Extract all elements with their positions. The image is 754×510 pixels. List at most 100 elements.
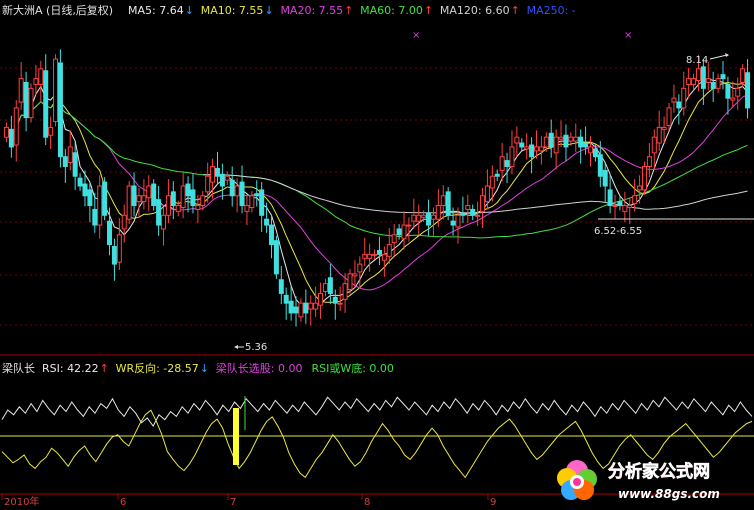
candle-body: [725, 83, 731, 99]
candle-body: [229, 179, 235, 197]
candle-body: [107, 220, 113, 246]
candle-body: [455, 214, 461, 228]
candle-body: [700, 66, 706, 89]
candle-body: [465, 205, 471, 210]
candle-body: [573, 136, 579, 142]
candle-body: [396, 228, 402, 236]
candle-body: [661, 126, 667, 130]
candle-body: [347, 273, 353, 291]
candle-body: [514, 136, 520, 144]
candle-body: [681, 87, 687, 109]
legend-arrow-1: ↓: [264, 4, 273, 17]
candle-body: [313, 302, 319, 310]
candle-body: [627, 205, 633, 208]
candle-body: [165, 195, 171, 216]
candle-body: [8, 128, 14, 148]
candle-body: [416, 214, 422, 222]
x-tick-label: 6: [120, 497, 126, 508]
candle-body: [637, 185, 643, 191]
low-price-label: 5.36: [245, 342, 267, 353]
candle-body: [553, 136, 559, 154]
chart-title: 新大洲A (日线,后复权): [2, 3, 113, 17]
candle-body: [450, 220, 456, 226]
candle-body: [288, 300, 294, 314]
candle-body: [303, 302, 309, 314]
candle-body: [327, 277, 333, 294]
legend-item-0: MA5: 7.64: [128, 4, 184, 17]
candle-body: [239, 181, 245, 207]
candle-body: [480, 195, 486, 212]
candle-body: [602, 169, 608, 187]
candle-body: [62, 156, 68, 167]
candle-body: [406, 224, 412, 227]
candle-body: [524, 146, 530, 150]
candle-body: [376, 249, 382, 255]
legend-item-1: MA10: 7.55: [201, 4, 264, 17]
candle-body: [357, 263, 363, 273]
candle-body: [298, 302, 304, 318]
candle-body: [489, 175, 495, 189]
candle-body: [710, 81, 716, 89]
candle-body: [48, 126, 54, 136]
candle-body: [587, 146, 593, 154]
candle-body: [116, 234, 122, 263]
legend-arrow-1: ↓: [200, 362, 209, 375]
candle-body: [195, 205, 201, 210]
candle-body: [607, 189, 613, 207]
candle-body: [362, 253, 368, 259]
candle-body: [38, 68, 44, 85]
candle-body: [686, 78, 692, 85]
candle-body: [151, 183, 157, 207]
candle-body: [504, 160, 510, 167]
candle-body: [543, 136, 549, 148]
candle-body: [730, 97, 736, 101]
candle-body: [646, 156, 652, 167]
candle-body: [234, 185, 240, 197]
candle-body: [141, 195, 147, 203]
candle-body: [720, 74, 726, 80]
candle-body: [421, 214, 427, 218]
candle-body: [494, 173, 500, 177]
candle-body: [558, 136, 564, 140]
candle-body: [695, 68, 701, 82]
candle-body: [87, 189, 93, 207]
candle-body: [278, 279, 284, 294]
legend-item-5: MA250: -: [527, 4, 576, 17]
candle-body: [308, 302, 314, 310]
candle-body: [92, 208, 98, 226]
candle-body: [77, 177, 83, 187]
candle-body: [401, 224, 407, 240]
candle-body: [538, 146, 544, 152]
candle-body: [18, 78, 24, 103]
indicator-legend: RSI: 42.22 ↑ WR反向: -28.57 ↓ 梁队长选股: 0.00 RSI或W…: [42, 361, 394, 375]
candle-body: [254, 193, 260, 197]
candle-body: [102, 181, 108, 216]
signal-bar: [233, 408, 239, 465]
candle-body: [592, 148, 598, 158]
candle-body: [352, 273, 358, 277]
candle-body: [705, 78, 711, 83]
candle-body: [249, 195, 255, 208]
candle-body: [82, 183, 88, 197]
candle-body: [33, 78, 39, 85]
candle-body: [156, 199, 162, 226]
candle-body: [180, 185, 186, 208]
candle-body: [72, 152, 78, 177]
candle-body: [691, 78, 697, 85]
legend-item-4: MA120: 6.60: [440, 4, 510, 17]
candle-body: [342, 283, 348, 300]
x-tick-label: 9: [490, 497, 496, 508]
candle-body: [484, 185, 490, 203]
top-marker-1: ×: [412, 30, 420, 41]
candle-body: [641, 165, 647, 191]
stock-chart[interactable]: 新大洲A (日线,后复权) MA5: 7.64 ↓ MA10: 7.55 ↓ MA20:…: [0, 0, 754, 510]
candle-body: [268, 224, 274, 246]
candle-body: [445, 191, 451, 216]
candle-body: [622, 205, 628, 212]
candle-body: [43, 70, 49, 138]
candle-body: [170, 191, 176, 207]
candle-body: [224, 175, 230, 181]
high-price-label: 8.14: [686, 55, 708, 66]
candle-body: [578, 136, 584, 148]
candle-body: [740, 68, 746, 83]
